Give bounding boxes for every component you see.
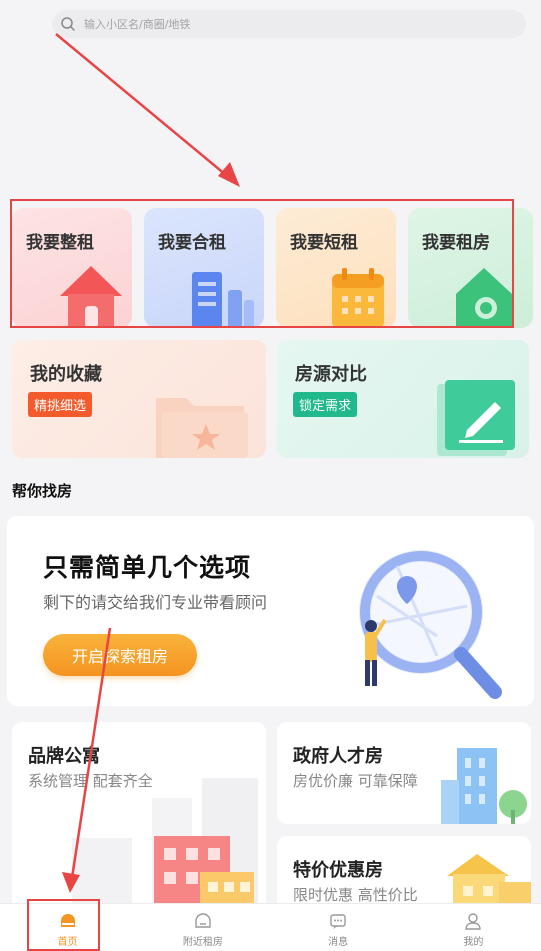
tab-label: 我的 (463, 937, 484, 948)
help-subtitle: 剩下的请交给我们专业带看顾问 (43, 593, 268, 612)
message-icon (330, 914, 346, 929)
explore-rent-button[interactable]: 开启探索租房 (43, 634, 197, 676)
folder-star-icon (156, 398, 248, 458)
search-bar[interactable] (52, 10, 526, 38)
house-search-icon (456, 268, 512, 328)
favorites-tag: 精挑细选 (28, 392, 93, 417)
favorites-card[interactable]: 我的收藏 精挑细选 (12, 340, 266, 458)
tab-profile[interactable]: 我的 (406, 904, 541, 951)
tab-home[interactable]: 首页 (0, 904, 135, 951)
gov-building-illustration (441, 748, 527, 824)
help-find-card[interactable]: 只需简单几个选项 剩下的请交给我们专业带看顾问 开启探索租房 (7, 516, 534, 706)
brand-apartment-card[interactable]: 品牌公寓 系统管理 配套齐全 (12, 722, 266, 912)
tab-label: 首页 (57, 937, 78, 948)
category-label: 我要合租 (158, 233, 226, 253)
category-short-rent[interactable]: 我要短租 (276, 208, 396, 328)
category-find-rent[interactable]: 我要租房 (408, 208, 533, 328)
tab-label: 消息 (328, 937, 349, 948)
tab-nearby-rent[interactable]: 附近租房 (135, 904, 270, 951)
special-offer-title: 特价优惠房 (293, 860, 383, 881)
compare-tag: 锁定需求 (293, 392, 358, 417)
map-search-illustration (359, 550, 502, 699)
profile-icon (465, 913, 482, 930)
edit-doc-icon (437, 380, 515, 456)
compare-card[interactable]: 房源对比 锁定需求 (277, 340, 529, 458)
buildings-icon (192, 272, 254, 328)
calendar-icon (332, 268, 384, 328)
bottom-tab-bar: 首页 附近租房 消息 我的 (0, 903, 541, 951)
apartment-illustration (72, 778, 258, 912)
tab-messages[interactable]: 消息 (271, 904, 406, 951)
nearby-icon (195, 913, 211, 928)
search-input[interactable] (84, 17, 464, 31)
home-icon (60, 914, 75, 927)
favorites-title: 我的收藏 (30, 364, 102, 385)
section-title: 帮你找房 (12, 482, 73, 500)
compare-title: 房源对比 (295, 364, 367, 385)
search-icon (61, 17, 75, 31)
annotation-arrow-to-categories (55, 33, 233, 181)
gov-talent-title: 政府人才房 (293, 746, 383, 767)
category-label: 我要租房 (422, 233, 490, 253)
gov-talent-housing-card[interactable]: 政府人才房 房优价廉 可靠保障 (277, 722, 531, 824)
help-title: 只需简单几个选项 (43, 553, 252, 582)
category-label: 我要整租 (26, 233, 94, 253)
brand-apartment-title: 品牌公寓 (28, 746, 100, 767)
gov-talent-subtitle: 房优价廉 可靠保障 (293, 772, 418, 790)
category-shared-rent[interactable]: 我要合租 (144, 208, 264, 328)
annotation-arrowhead (218, 162, 240, 187)
category-whole-rent[interactable]: 我要整租 (12, 208, 132, 328)
tab-label: 附近租房 (182, 937, 223, 948)
special-offer-subtitle: 限时优惠 高性价比 (293, 886, 418, 904)
house-icon (60, 266, 122, 328)
category-label: 我要短租 (290, 233, 358, 253)
